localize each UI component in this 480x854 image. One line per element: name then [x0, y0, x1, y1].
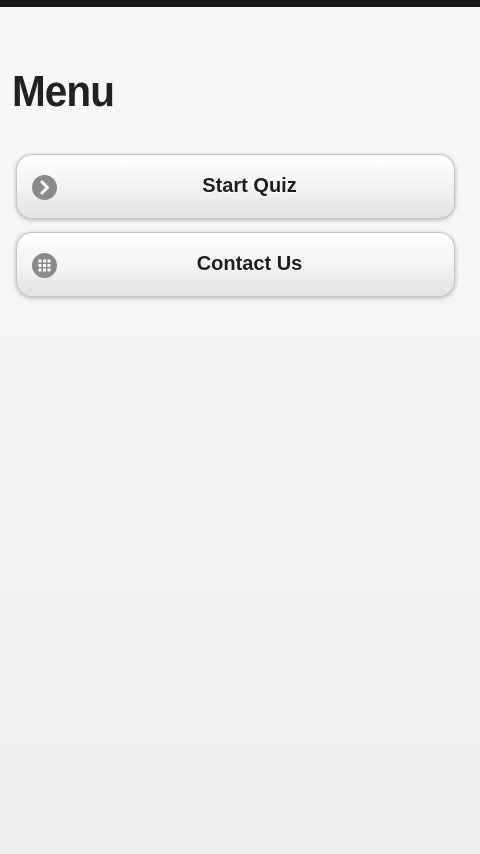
page-title: Menu [12, 67, 115, 116]
contact-us-button[interactable]: Contact Us [16, 232, 455, 297]
status-bar [0, 0, 480, 7]
contact-us-label: Contact Us [196, 253, 303, 275]
menu-list: Start Quiz Contact Us [16, 154, 455, 310]
start-quiz-label: Start Quiz [202, 175, 297, 197]
start-quiz-button[interactable]: Start Quiz [16, 154, 455, 219]
